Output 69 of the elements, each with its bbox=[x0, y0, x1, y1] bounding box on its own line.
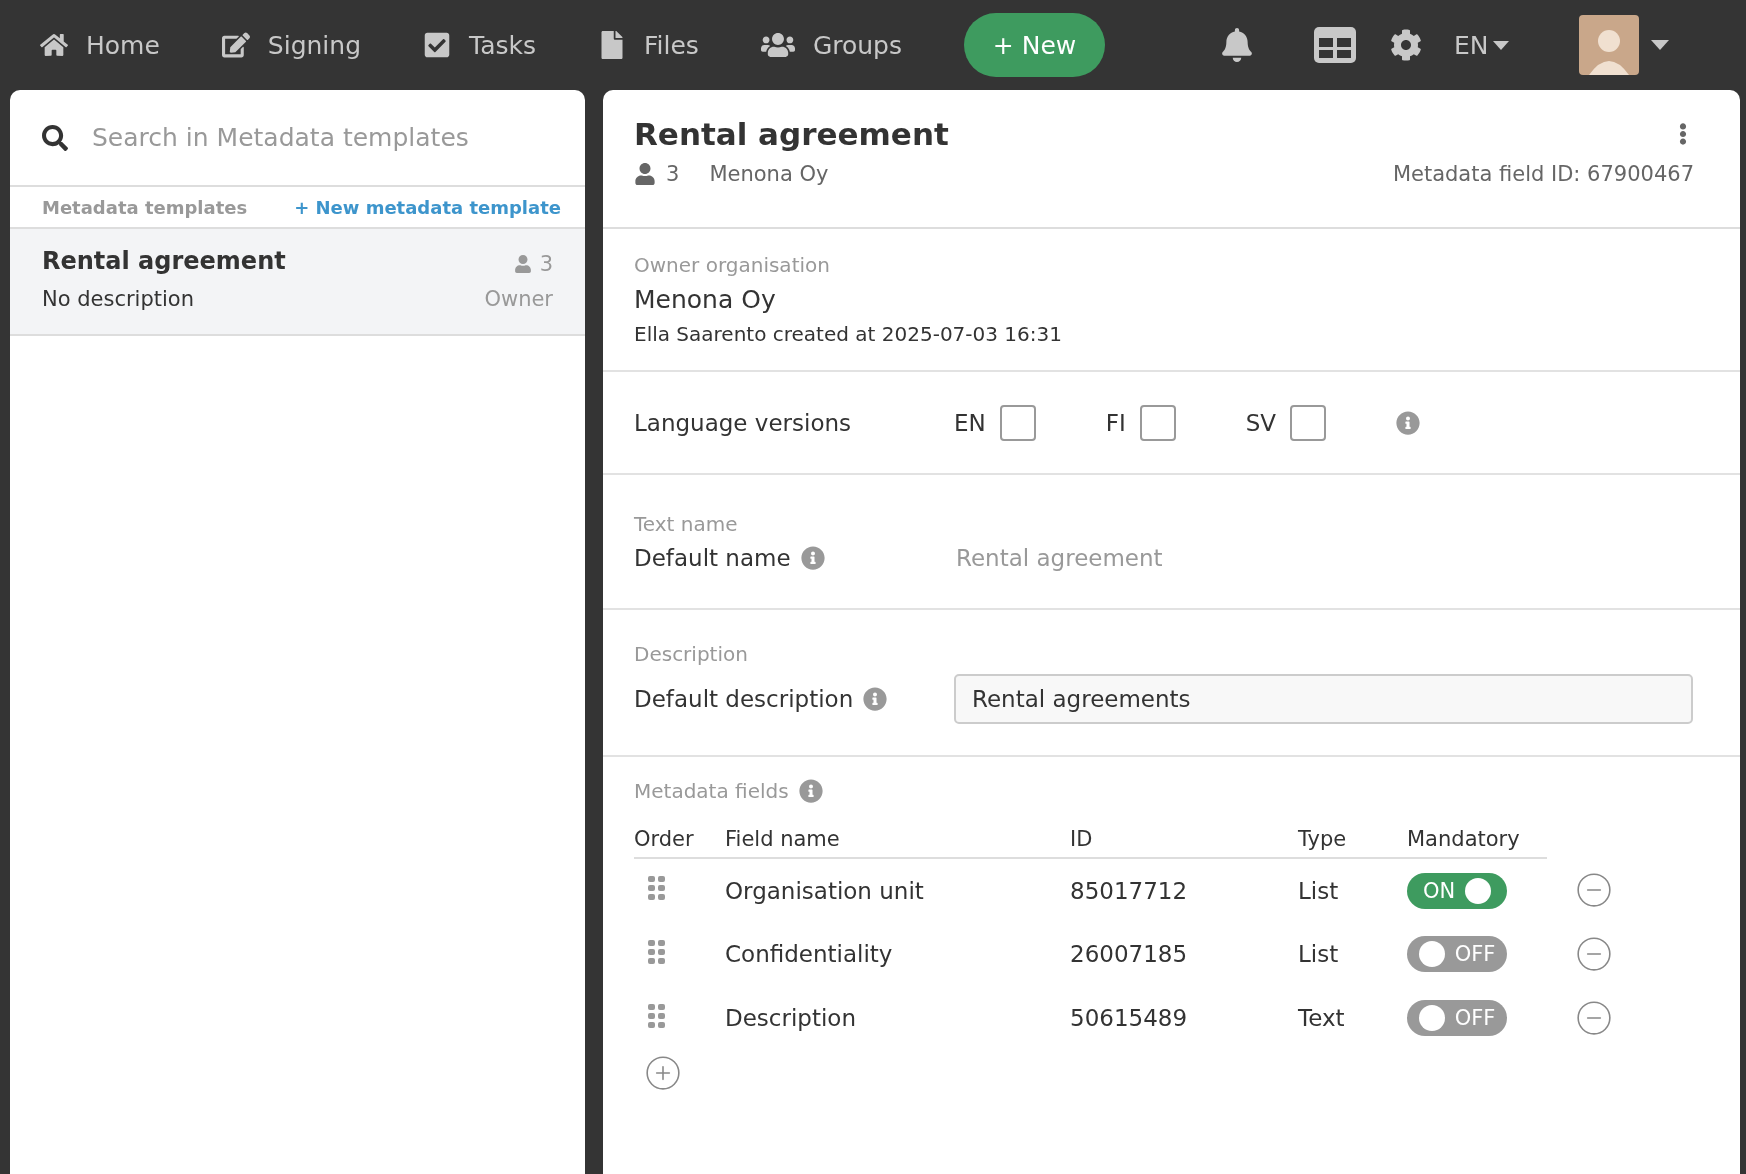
owner-organisation: Menona Oy bbox=[634, 285, 777, 314]
nav-link[interactable]: Groups bbox=[760, 28, 902, 62]
info-icon[interactable] bbox=[863, 686, 888, 711]
field-label: Default name bbox=[634, 544, 791, 571]
list-heading: Metadata templates bbox=[42, 196, 248, 218]
drag-handle-icon[interactable] bbox=[648, 1003, 666, 1028]
field-type-cell: List bbox=[1298, 922, 1407, 986]
info-icon[interactable] bbox=[1396, 410, 1421, 435]
avatar[interactable] bbox=[1578, 15, 1639, 75]
notification-bell-icon[interactable] bbox=[1220, 28, 1254, 62]
language-code: SV bbox=[1245, 409, 1277, 436]
template-list-item[interactable]: Rental agreement 3 No description Owner bbox=[10, 229, 585, 336]
user-count: 3 bbox=[666, 162, 680, 186]
user-icon bbox=[634, 163, 656, 185]
column-header: Mandatory bbox=[1407, 827, 1547, 858]
home-icon bbox=[40, 31, 68, 59]
language-code: EN bbox=[954, 409, 986, 436]
column-header: Type bbox=[1298, 827, 1407, 858]
edit-icon bbox=[221, 31, 250, 59]
language-code: FI bbox=[1105, 409, 1126, 436]
template-role: Owner bbox=[484, 286, 553, 313]
section-label: Description bbox=[634, 641, 749, 666]
search-icon bbox=[42, 124, 68, 151]
nav-link[interactable]: Files bbox=[598, 30, 699, 60]
organisation-name: Menona Oy bbox=[709, 162, 829, 186]
checkbox-icon bbox=[423, 31, 452, 59]
info-icon[interactable] bbox=[800, 545, 825, 570]
add-button[interactable] bbox=[644, 1054, 682, 1092]
section-label: Metadata fields bbox=[634, 779, 789, 803]
template-title: Rental agreement bbox=[42, 247, 287, 277]
drag-handle-icon[interactable] bbox=[648, 939, 666, 964]
template-description: No description bbox=[42, 286, 195, 313]
field-name-cell-text: Description bbox=[725, 1004, 857, 1033]
field-name-cell: Organisation unit bbox=[725, 858, 1070, 922]
info-icon[interactable] bbox=[798, 779, 823, 803]
section-label: Owner organisation bbox=[634, 253, 831, 277]
column-header: Field name bbox=[725, 827, 1070, 858]
caret-icon bbox=[1492, 40, 1509, 50]
remove-button[interactable] bbox=[1575, 999, 1613, 1037]
language-selector[interactable]: EN bbox=[1454, 30, 1509, 60]
field-name-cell-text: Confidentiality bbox=[725, 940, 894, 969]
drag-handle-icon[interactable] bbox=[648, 876, 666, 900]
remove-button[interactable] bbox=[1575, 871, 1613, 909]
user-count: 3 bbox=[539, 251, 553, 276]
nav-link[interactable]: Signing bbox=[221, 30, 362, 60]
field-id: Metadata field ID: 67900467 bbox=[1392, 162, 1694, 186]
field-label: Language versions bbox=[634, 409, 852, 436]
nav-link[interactable]: Home bbox=[40, 30, 160, 60]
template-title: Rental agreement bbox=[634, 116, 949, 152]
column-header: ID bbox=[1070, 827, 1298, 858]
field-id-cell: 85017712 bbox=[1070, 858, 1298, 922]
grid-view-icon[interactable] bbox=[1314, 27, 1356, 63]
remove-button[interactable] bbox=[1575, 935, 1613, 973]
created-info: Ella Saarento created at 2025-07-03 16:31 bbox=[634, 322, 1063, 346]
section-label: Text name bbox=[634, 511, 739, 536]
field-type-cell: Text bbox=[1298, 986, 1407, 1050]
field-label: Default description bbox=[634, 685, 854, 712]
column-header: Order bbox=[634, 827, 725, 858]
language-checkbox[interactable] bbox=[1139, 404, 1176, 441]
language-checkbox[interactable] bbox=[999, 404, 1036, 441]
description-input-field[interactable]: Rental agreements bbox=[954, 673, 1693, 724]
field-type-cell: List bbox=[1298, 858, 1407, 922]
nav-link[interactable]: Tasks bbox=[423, 30, 536, 60]
field-id-cell-text: 26007185 bbox=[1070, 940, 1189, 969]
field-id-cell: 50615489 bbox=[1070, 986, 1298, 1050]
user-icon bbox=[513, 254, 532, 273]
settings-icon[interactable] bbox=[1390, 29, 1422, 61]
language-checkbox[interactable] bbox=[1290, 404, 1327, 441]
caret-icon[interactable] bbox=[1650, 40, 1669, 50]
